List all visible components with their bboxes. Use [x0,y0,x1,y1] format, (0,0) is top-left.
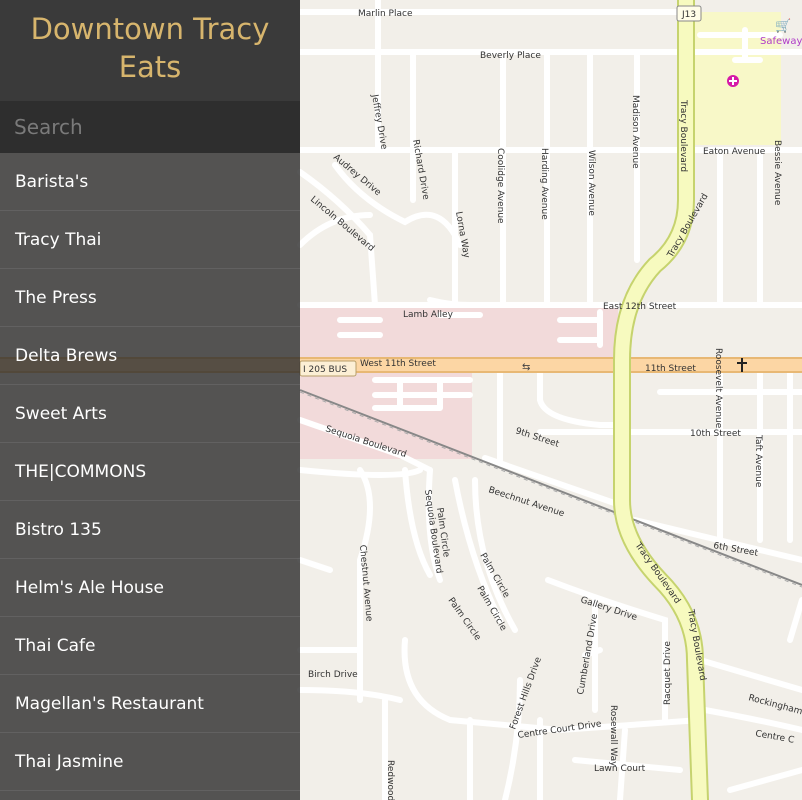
label-tracy-south: Tracy Boulevard [632,540,682,606]
label-rockingham: Rockingham [747,693,802,717]
label-centre-short: Centre C [754,729,794,746]
label-e12th: East 12th Street [603,302,677,312]
label-e11th: 11th Street [645,364,696,374]
list-item[interactable]: Bistro 135 [0,501,300,559]
list-item[interactable]: Helm's Ale House [0,559,300,617]
list-item[interactable]: THE|COMMONS [0,443,300,501]
search-box[interactable] [0,101,300,153]
label-j13: J13 [681,10,696,20]
label-harding: Harding Avenue [539,148,549,220]
list-item[interactable]: Sweet Arts [0,385,300,443]
cart-icon[interactable]: 🛒 [775,18,791,34]
label-redwood: Redwood [385,760,395,800]
label-besse: Bessie Avenue [772,140,782,206]
app-title: Downtown Tracy Eats [0,0,300,101]
label-i205: I 205 BUS [303,365,347,375]
label-palm4: Palm Circle [446,596,483,643]
label-birch: Birch Drive [308,670,358,680]
label-tracy-north: Tracy Boulevard [678,99,688,172]
label-marlin: Marlin Place [358,9,413,19]
label-roosevelt: Roosevelt Avenue [713,348,723,429]
label-madison: Madison Avenue [630,95,640,169]
label-rosewall: Rosewall Way [608,705,618,767]
label-racquet: Racquet Drive [663,641,673,705]
label-wilson: Wilson Avenue [586,150,596,216]
list-item[interactable]: The Press [0,269,300,327]
list-item[interactable]: Barista's [0,153,300,211]
label-lawn: Lawn Court [594,764,646,774]
label-eaton: Eaton Avenue [703,147,766,157]
label-coolidge: Coolidge Avenue [495,148,505,224]
label-lamb: Lamb Alley [403,310,454,320]
label-10th: 10th Street [690,429,741,439]
railway-line [299,389,802,586]
label-safeway[interactable]: Safeway [760,36,802,47]
label-beverly: Beverly Place [480,51,541,61]
app-title-line2: Eats [118,50,182,84]
label-centre: Centre Court Drive [517,719,603,741]
search-input[interactable] [12,114,288,140]
list-item[interactable]: Thai Cafe [0,617,300,675]
restaurant-list: Barista's Tracy Thai The Press Delta Bre… [0,153,300,791]
restaurant-sidebar: Downtown Tracy Eats Barista's Tracy Thai… [0,0,300,800]
label-w11th: West 11th Street [360,359,436,369]
app-title-line1: Downtown Tracy [30,12,270,46]
label-jeffrey: Jeffrey Drive [369,93,389,151]
label-taft: Taft Avenue [753,434,763,488]
list-item[interactable]: Tracy Thai [0,211,300,269]
list-item[interactable]: Thai Jasmine [0,733,300,791]
railway-dash [299,391,802,588]
oneway-arrows-icon: ⇆ [522,362,530,373]
list-item[interactable]: Delta Brews [0,327,300,385]
list-item[interactable]: Magellan's Restaurant [0,675,300,733]
